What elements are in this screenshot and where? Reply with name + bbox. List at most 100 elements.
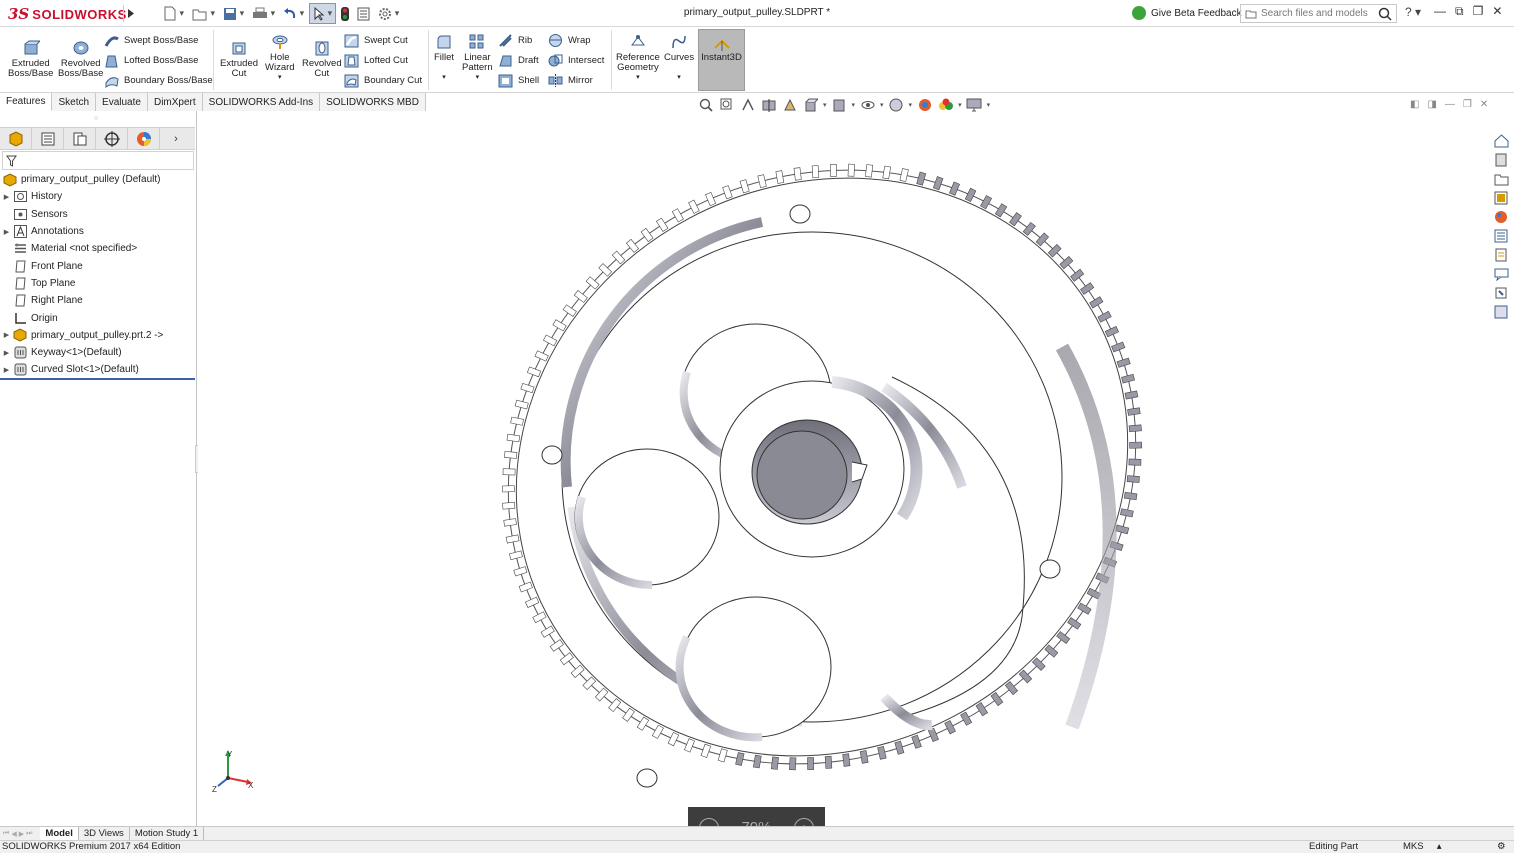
- open-button[interactable]: ▾: [189, 3, 218, 24]
- rollback-bar[interactable]: [0, 378, 195, 380]
- hole-wizard-dropdown-icon[interactable]: ▾: [278, 73, 282, 83]
- display-manager-tab[interactable]: [128, 128, 160, 150]
- minimize-icon[interactable]: —: [1434, 4, 1446, 19]
- tab-motion-study[interactable]: Motion Study 1: [130, 827, 205, 840]
- revolved-boss-button[interactable]: Revolved Boss/Base: [58, 39, 103, 79]
- graphics-area[interactable]: [198, 111, 1514, 853]
- hole-wizard-button[interactable]: Hole Wizard ▾: [265, 33, 295, 83]
- lofted-cut-button[interactable]: Lofted Cut: [344, 53, 408, 68]
- print-button[interactable]: ▾: [249, 3, 278, 24]
- select-button[interactable]: ▾: [309, 3, 337, 24]
- tab-3d-views[interactable]: 3D Views: [79, 827, 130, 840]
- tile-icon[interactable]: ⧉: [1455, 4, 1464, 19]
- tree-item-material[interactable]: Material <not specified>: [0, 240, 195, 257]
- hide-show-dropdown-icon[interactable]: ▾: [880, 101, 884, 109]
- realview-button[interactable]: [937, 97, 954, 112]
- linear-pattern-button[interactable]: Linear Pattern ▾: [462, 33, 493, 83]
- view-settings-dropdown-icon[interactable]: ▾: [987, 101, 991, 109]
- tree-item-history[interactable]: ▶ History: [0, 188, 195, 205]
- undo-button[interactable]: ▾: [280, 3, 307, 24]
- tree-item-top-plane[interactable]: Top Plane: [0, 275, 195, 292]
- dimxpert-manager-tab[interactable]: [96, 128, 128, 150]
- viewport-minimize-icon[interactable]: —: [1445, 99, 1455, 110]
- property-manager-tab[interactable]: [32, 128, 64, 150]
- instant3d-button[interactable]: Instant3D: [698, 29, 745, 91]
- viewport-close-icon[interactable]: ✕: [1480, 99, 1488, 110]
- swept-boss-button[interactable]: Swept Boss/Base: [104, 33, 198, 48]
- reference-geometry-dropdown-icon[interactable]: ▾: [636, 73, 640, 83]
- revolved-cut-button[interactable]: Revolved Cut: [302, 39, 342, 79]
- tab-evaluate[interactable]: Evaluate: [96, 93, 148, 111]
- tab-add-ins[interactable]: SOLIDWORKS Add-Ins: [202, 93, 321, 111]
- intersect-button[interactable]: Intersect: [548, 53, 604, 68]
- forum-tab[interactable]: [1492, 266, 1510, 282]
- apply-scene-button[interactable]: [916, 97, 933, 112]
- pulley-model[interactable]: [198, 111, 1514, 853]
- tree-item-front-plane[interactable]: Front Plane: [0, 257, 195, 274]
- tree-item-derived-part[interactable]: ▶ primary_output_pulley.prt.2 ->: [0, 327, 195, 344]
- tab-sketch[interactable]: Sketch: [52, 93, 97, 111]
- tab-features[interactable]: Features: [0, 93, 53, 111]
- new-document-button[interactable]: ▾: [160, 3, 187, 24]
- boundary-boss-button[interactable]: Boundary Boss/Base: [104, 73, 213, 88]
- configuration-manager-tab[interactable]: [64, 128, 96, 150]
- beta-feedback-button[interactable]: Give Beta Feedback: [1132, 6, 1242, 20]
- tree-item-keyway[interactable]: ▶ Keyway<1>(Default): [0, 344, 195, 361]
- boundary-cut-button[interactable]: Boundary Cut: [344, 73, 422, 88]
- swept-cut-button[interactable]: Swept Cut: [344, 33, 408, 48]
- hide-show-items-button[interactable]: [859, 97, 876, 112]
- curves-button[interactable]: Curves ▾: [664, 33, 694, 83]
- tree-item-origin[interactable]: Origin: [0, 309, 195, 326]
- search-box[interactable]: Search files and models: [1240, 4, 1397, 23]
- close-icon[interactable]: ✕: [1492, 4, 1502, 19]
- solidworks-logo[interactable]: 3S SOLIDWORKS: [8, 3, 127, 25]
- units-selector[interactable]: MKS ▴: [1403, 841, 1442, 852]
- more-tabs-button[interactable]: ›: [160, 128, 192, 150]
- feature-manager-tab[interactable]: [0, 128, 32, 150]
- tab-dimxpert[interactable]: DimXpert: [147, 93, 203, 111]
- fillet-button[interactable]: Fillet ▾: [434, 33, 454, 83]
- wrap-button[interactable]: Wrap: [548, 33, 591, 48]
- next-tab-icon[interactable]: ▶: [19, 830, 24, 838]
- fillet-dropdown-icon[interactable]: ▾: [442, 73, 446, 83]
- rebuild-button[interactable]: [338, 3, 352, 24]
- edit-appearance-button[interactable]: [888, 97, 905, 112]
- extruded-cut-button[interactable]: Extruded Cut: [220, 39, 258, 79]
- view-settings-button[interactable]: [966, 97, 983, 112]
- view-orientation-dropdown-icon[interactable]: ▾: [823, 101, 827, 109]
- 3dexperience-tab[interactable]: [1492, 304, 1510, 320]
- previous-view-button[interactable]: [739, 97, 756, 112]
- tree-filter[interactable]: [2, 151, 194, 170]
- restore-icon[interactable]: ❐: [1473, 4, 1484, 19]
- pane-grip-icon[interactable]: ○: [94, 115, 98, 122]
- expand-arrow-icon[interactable]: ▶: [0, 366, 13, 374]
- curves-dropdown-icon[interactable]: ▾: [677, 73, 681, 83]
- tree-item-sensors[interactable]: Sensors: [0, 206, 195, 223]
- expand-arrow-icon[interactable]: ▶: [0, 331, 13, 339]
- search-icon[interactable]: [1378, 7, 1392, 21]
- file-properties-button[interactable]: [354, 3, 373, 24]
- first-tab-icon[interactable]: ⏮: [3, 830, 9, 838]
- help-button[interactable]: ? ▾: [1405, 5, 1421, 19]
- view-palette-tab[interactable]: [1492, 190, 1510, 206]
- tab-model[interactable]: Model: [40, 827, 79, 840]
- status-settings-icon[interactable]: ⚙: [1497, 841, 1506, 852]
- expand-arrow-icon[interactable]: ▶: [0, 349, 13, 357]
- draft-button[interactable]: Draft: [498, 53, 539, 68]
- viewport-restore-icon[interactable]: ❐: [1463, 99, 1472, 110]
- view-orientation-button[interactable]: [802, 97, 819, 112]
- expand-arrow-icon[interactable]: ▶: [0, 228, 13, 236]
- tree-item-right-plane[interactable]: Right Plane: [0, 292, 195, 309]
- tab-mbd[interactable]: SOLIDWORKS MBD: [320, 93, 426, 111]
- save-button[interactable]: ▾: [220, 3, 247, 24]
- scene-dropdown-icon[interactable]: ▾: [958, 101, 962, 109]
- shell-button[interactable]: Shell: [498, 73, 539, 88]
- last-tab-icon[interactable]: ⏭: [26, 830, 32, 838]
- model-tab[interactable]: [1492, 285, 1510, 301]
- prev-tab-icon[interactable]: ◀: [11, 830, 16, 838]
- rib-button[interactable]: Rib: [498, 33, 532, 48]
- display-style-dropdown-icon[interactable]: ▾: [852, 101, 856, 109]
- display-style-button[interactable]: [831, 97, 848, 112]
- extruded-boss-button[interactable]: Extruded Boss/Base: [8, 39, 53, 79]
- options-button[interactable]: ▾: [375, 3, 402, 24]
